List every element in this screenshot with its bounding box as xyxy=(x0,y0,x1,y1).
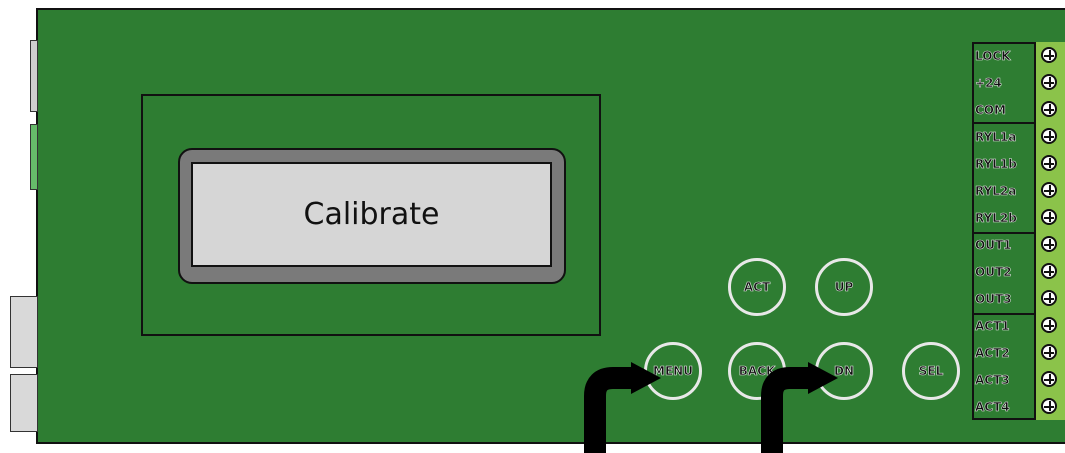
screw-icon xyxy=(1041,371,1057,387)
terminal-label: RYL1a xyxy=(975,129,1017,144)
terminal-divider xyxy=(972,313,1034,315)
lcd-text: Calibrate xyxy=(303,197,440,232)
terminal-label: RYL1b xyxy=(975,156,1017,171)
terminal-label: OUT2 xyxy=(975,264,1012,279)
terminal-label: +24 xyxy=(975,75,1002,90)
screw-icon xyxy=(1041,182,1057,198)
sel-button-label: SEL xyxy=(918,364,944,379)
screw-icon xyxy=(1041,128,1057,144)
screw-icon xyxy=(1041,155,1057,171)
side-connector-port-1 xyxy=(10,296,38,368)
terminal-label: ACT4 xyxy=(975,399,1010,414)
screw-icon xyxy=(1041,398,1057,414)
terminal-label: ACT2 xyxy=(975,345,1010,360)
curved-arrow-icon xyxy=(584,362,661,453)
screw-icon xyxy=(1041,236,1057,252)
screw-icon xyxy=(1041,317,1057,333)
up-button-label: UP xyxy=(834,280,854,295)
terminal-label: LOCK xyxy=(975,48,1011,63)
terminal-divider xyxy=(972,122,1034,124)
up-button[interactable]: UP xyxy=(815,258,873,316)
terminal-label: COM xyxy=(975,102,1006,117)
act-button[interactable]: ACT xyxy=(728,258,786,316)
terminal-label: OUT1 xyxy=(975,237,1012,252)
screw-icon xyxy=(1041,263,1057,279)
lcd-screen: Calibrate xyxy=(191,162,552,267)
side-connector-top xyxy=(30,40,38,112)
screw-icon xyxy=(1041,209,1057,225)
terminal-divider xyxy=(972,232,1034,234)
terminal-label: ACT1 xyxy=(975,318,1010,333)
screw-icon xyxy=(1041,74,1057,90)
screw-icon xyxy=(1041,290,1057,306)
screw-icon xyxy=(1041,47,1057,63)
terminal-label: ACT3 xyxy=(975,372,1010,387)
act-button-label: ACT xyxy=(743,280,771,295)
screw-terminal-strip xyxy=(1034,42,1065,420)
sel-button[interactable]: SEL xyxy=(902,342,960,400)
curved-arrow-icon xyxy=(761,362,838,453)
terminal-label: OUT3 xyxy=(975,291,1012,306)
terminal-label: RYL2b xyxy=(975,210,1017,225)
terminal-label: RYL2a xyxy=(975,183,1017,198)
screw-icon xyxy=(1041,344,1057,360)
side-connector-green xyxy=(30,124,38,190)
screw-icon xyxy=(1041,101,1057,117)
side-connector-port-2 xyxy=(10,374,38,432)
